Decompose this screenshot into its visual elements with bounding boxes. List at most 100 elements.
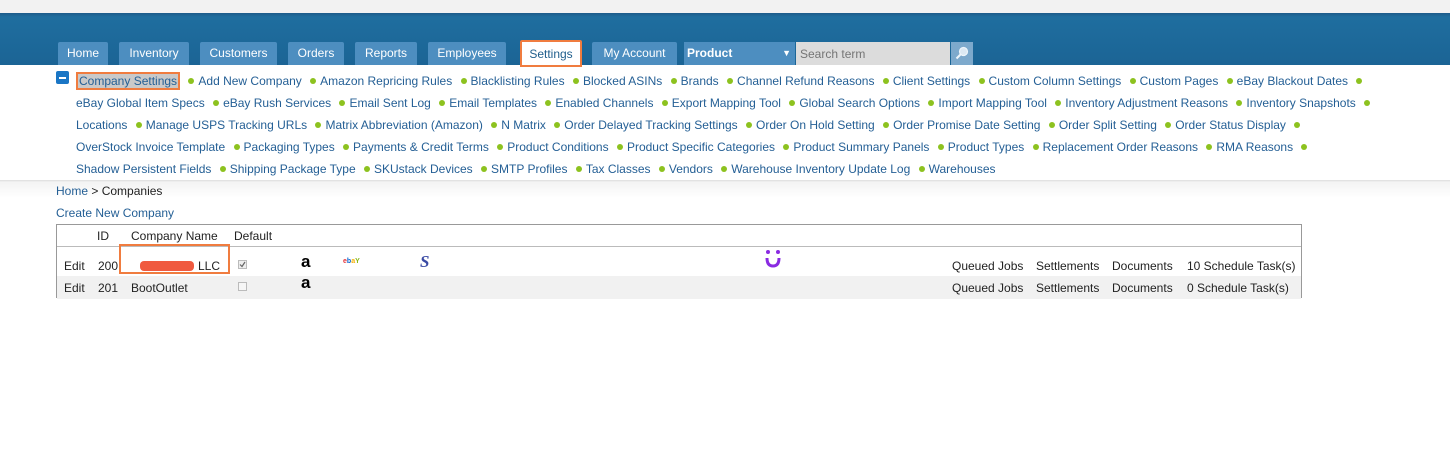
bullet-icon [1129, 78, 1136, 85]
settings-link[interactable]: Custom Pages [1140, 74, 1219, 88]
queued-jobs-link[interactable]: Queued Jobs [952, 259, 1023, 273]
settings-link[interactable]: Amazon Repricing Rules [320, 74, 452, 88]
bullet-icon [219, 166, 226, 173]
tab-customers[interactable]: Customers [200, 42, 277, 65]
settings-link[interactable]: Product Types [948, 140, 1025, 154]
settings-link[interactable]: Add New Company [198, 74, 301, 88]
default-checkbox[interactable] [238, 260, 247, 269]
tab-settings[interactable]: Settings [520, 40, 582, 67]
settings-link[interactable]: Blacklisting Rules [471, 74, 565, 88]
edit-link[interactable]: Edit [64, 281, 85, 295]
default-checkbox[interactable] [238, 282, 247, 291]
bullet-icon [233, 144, 240, 151]
settings-link[interactable]: Email Templates [449, 96, 537, 110]
settings-link[interactable]: Order Delayed Tracking Settings [564, 118, 737, 132]
settings-link[interactable]: Locations [76, 118, 127, 132]
tab-reports[interactable]: Reports [355, 42, 417, 65]
settings-link[interactable]: Manage USPS Tracking URLs [146, 118, 307, 132]
settings-link[interactable]: Order On Hold Setting [756, 118, 875, 132]
bullet-icon [497, 144, 504, 151]
bullet-icon [616, 144, 623, 151]
settings-link[interactable]: Client Settings [893, 74, 970, 88]
settings-links: Company Settings Add New Company Amazon … [76, 70, 1406, 180]
bullet-icon [315, 122, 322, 129]
settings-link[interactable]: Tax Classes [586, 162, 651, 176]
tab-my-account[interactable]: My Account [592, 42, 677, 65]
settings-link[interactable]: eBay Rush Services [223, 96, 331, 110]
settings-link[interactable]: Email Sent Log [349, 96, 430, 110]
tab-home[interactable]: Home [58, 42, 108, 65]
breadcrumb-home[interactable]: Home [56, 184, 88, 198]
settings-link[interactable]: RMA Reasons [1216, 140, 1293, 154]
bullet-icon [1206, 144, 1213, 151]
bullet-icon [727, 78, 734, 85]
tab-employees[interactable]: Employees [428, 42, 506, 65]
settings-link[interactable]: Product Summary Panels [793, 140, 929, 154]
settings-link[interactable]: N Matrix [501, 118, 546, 132]
settings-link[interactable]: Import Mapping Tool [938, 96, 1047, 110]
chevron-down-icon: ▼ [782, 48, 791, 58]
settings-link[interactable]: Shipping Package Type [230, 162, 356, 176]
settings-link[interactable]: eBay Blackout Dates [1237, 74, 1348, 88]
bullet-icon [789, 100, 796, 107]
ebay-icon: ebaY [343, 258, 360, 265]
collapse-icon[interactable] [56, 71, 69, 84]
settings-link[interactable]: Blocked ASINs [583, 74, 662, 88]
settings-link[interactable]: Export Mapping Tool [672, 96, 781, 110]
product-select[interactable]: Product ▼ [684, 42, 795, 65]
settings-link[interactable]: Order Split Setting [1059, 118, 1157, 132]
settlements-link[interactable]: Settlements [1036, 259, 1099, 273]
settings-link[interactable]: SKUstack Devices [374, 162, 473, 176]
settings-link[interactable]: Global Search Options [799, 96, 920, 110]
documents-link[interactable]: Documents [1112, 281, 1173, 295]
tab-inventory[interactable]: Inventory [119, 42, 189, 65]
table-row: Edit 200 LLC a ebaY S Queued Jobs Settle… [57, 250, 1301, 276]
company-id: 200 [98, 259, 119, 273]
settings-link[interactable]: Brands [681, 74, 719, 88]
bullet-icon [545, 100, 552, 107]
bullet-icon [310, 78, 317, 85]
settings-link[interactable]: Matrix Abbreviation (Amazon) [325, 118, 482, 132]
bullet-icon [1032, 144, 1039, 151]
settings-link[interactable]: OverStock Invoice Template [76, 140, 225, 154]
search-input[interactable] [796, 42, 950, 65]
bullet-icon [1364, 100, 1371, 107]
settings-link[interactable]: Packaging Types [244, 140, 335, 154]
tab-orders[interactable]: Orders [288, 42, 344, 65]
settings-link[interactable]: Order Promise Date Setting [893, 118, 1040, 132]
create-company-link[interactable]: Create New Company [56, 206, 174, 220]
divider [0, 180, 1450, 198]
schedule-tasks-link[interactable]: 10 Schedule Task(s) [1187, 259, 1296, 273]
settings-link[interactable]: Vendors [669, 162, 713, 176]
settings-link[interactable]: Shadow Persistent Fields [76, 162, 211, 176]
settings-link[interactable]: Inventory Snapshots [1246, 96, 1355, 110]
bullet-icon [188, 78, 195, 85]
settings-link[interactable]: Inventory Adjustment Reasons [1065, 96, 1228, 110]
companies-table: ID Company Name Default Edit 200 LLC a e… [56, 224, 1302, 299]
schedule-tasks-link[interactable]: 0 Schedule Task(s) [1187, 281, 1289, 295]
search-button[interactable] [951, 42, 973, 65]
bullet-icon [1236, 100, 1243, 107]
settings-link[interactable]: Order Status Display [1175, 118, 1286, 132]
queued-jobs-link[interactable]: Queued Jobs [952, 281, 1023, 295]
settings-link[interactable]: Payments & Credit Terms [353, 140, 489, 154]
settings-link[interactable]: SMTP Profiles [491, 162, 567, 176]
header-id: ID [97, 229, 109, 243]
settings-link[interactable]: Enabled Channels [555, 96, 653, 110]
bullet-icon [1294, 122, 1301, 129]
settings-link[interactable]: Replacement Order Reasons [1043, 140, 1198, 154]
settings-link[interactable]: eBay Global Item Specs [76, 96, 205, 110]
settings-link[interactable]: Company Settings [76, 72, 181, 90]
bullet-icon [937, 144, 944, 151]
edit-link[interactable]: Edit [64, 259, 85, 273]
settings-link[interactable]: Product Conditions [507, 140, 608, 154]
settings-link[interactable]: Custom Column Settings [989, 74, 1122, 88]
documents-link[interactable]: Documents [1112, 259, 1173, 273]
bullet-icon [481, 166, 488, 173]
settings-link[interactable]: Warehouses [929, 162, 996, 176]
settings-link[interactable]: Channel Refund Reasons [737, 74, 874, 88]
settings-link[interactable]: Warehouse Inventory Update Log [731, 162, 910, 176]
settlements-link[interactable]: Settlements [1036, 281, 1099, 295]
settings-link[interactable]: Product Specific Categories [627, 140, 775, 154]
bullet-icon [658, 166, 665, 173]
